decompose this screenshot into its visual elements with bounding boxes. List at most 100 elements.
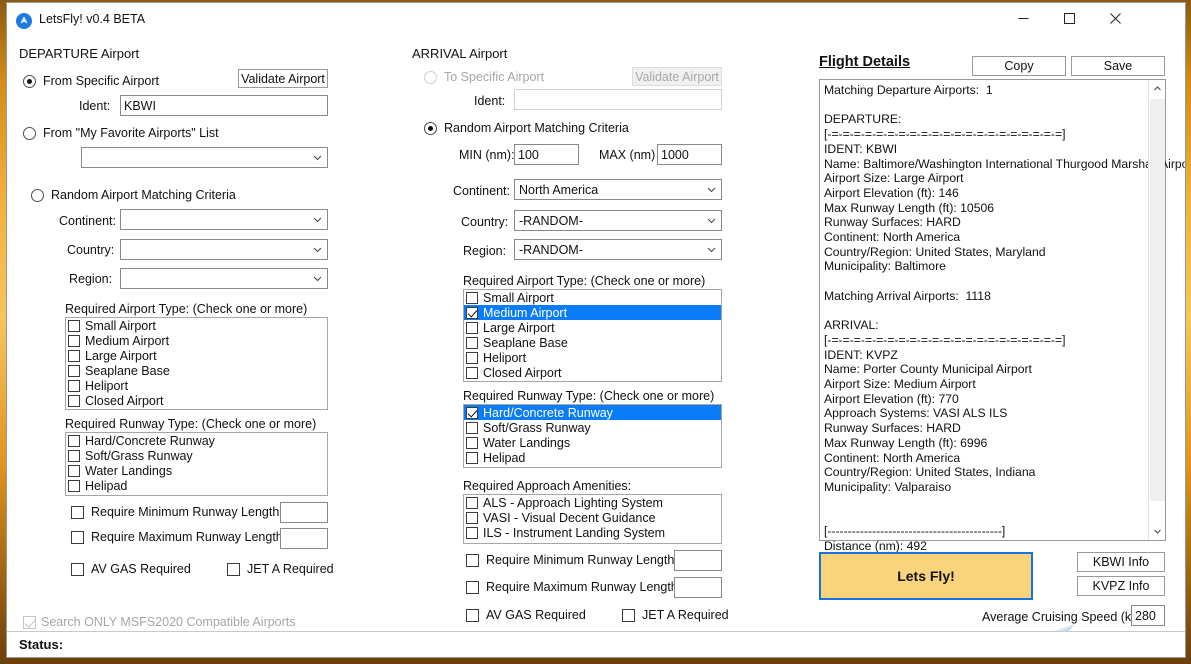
departure-ident-input[interactable]: KBWI xyxy=(120,95,328,116)
departure-max-runway-checkbox[interactable] xyxy=(71,531,84,544)
list-item-checkbox[interactable] xyxy=(466,496,478,509)
list-item-checkbox[interactable] xyxy=(466,321,478,334)
arrival-specific-radio[interactable] xyxy=(424,71,437,84)
lets-fly-button[interactable]: Lets Fly! xyxy=(819,552,1033,600)
minimize-icon[interactable] xyxy=(1000,3,1046,33)
list-item[interactable]: Closed Airport xyxy=(66,393,327,408)
list-item-checkbox[interactable] xyxy=(68,349,80,362)
arrival-ident-input[interactable] xyxy=(514,89,722,110)
arrival-validate-button[interactable]: Validate Airport xyxy=(632,67,722,86)
list-item-checkbox[interactable] xyxy=(68,449,80,462)
scroll-up-icon[interactable] xyxy=(1149,80,1166,97)
list-item-checkbox[interactable] xyxy=(466,366,478,379)
list-item[interactable]: Closed Airport xyxy=(464,365,721,380)
list-item[interactable]: Water Landings xyxy=(66,463,327,478)
list-item[interactable]: Small Airport xyxy=(66,318,327,333)
departure-random-label: Random Airport Matching Criteria xyxy=(51,188,236,202)
arrival-max-runway-input[interactable] xyxy=(674,577,722,598)
arrival-min-nm-input[interactable]: 100 xyxy=(514,144,579,165)
list-item[interactable]: Helipad xyxy=(66,478,327,493)
list-item[interactable]: Small Airport xyxy=(464,290,721,305)
list-item-checkbox[interactable] xyxy=(466,406,478,419)
close-icon[interactable] xyxy=(1092,3,1138,33)
departure-country-combo[interactable] xyxy=(120,239,328,260)
list-item[interactable]: Hard/Concrete Runway xyxy=(464,405,721,420)
list-item-checkbox[interactable] xyxy=(68,479,80,492)
arrival-random-radio[interactable] xyxy=(424,122,437,135)
arrival-avgas-checkbox[interactable] xyxy=(466,609,479,622)
list-item-checkbox[interactable] xyxy=(466,511,478,524)
msfs-compatible-checkbox[interactable] xyxy=(23,616,36,629)
arrival-runway-type-label: Required Runway Type: (Check one or more… xyxy=(463,389,715,403)
list-item[interactable]: Heliport xyxy=(66,378,327,393)
list-item[interactable]: Seaplane Base xyxy=(464,335,721,350)
list-item-checkbox[interactable] xyxy=(466,421,478,434)
list-item-checkbox[interactable] xyxy=(466,291,478,304)
list-item[interactable]: Hard/Concrete Runway xyxy=(66,433,327,448)
departure-avgas-checkbox[interactable] xyxy=(71,563,84,576)
departure-info-button[interactable]: KBWI Info xyxy=(1077,552,1165,572)
arrival-airport-type-list[interactable]: Small Airport Medium Airport Large Airport… xyxy=(463,289,722,382)
arrival-jeta-checkbox[interactable] xyxy=(622,609,635,622)
list-item-checkbox[interactable] xyxy=(466,451,478,464)
departure-jeta-checkbox[interactable] xyxy=(227,563,240,576)
departure-runway-type-list[interactable]: Hard/Concrete Runway Soft/Grass Runway Wat… xyxy=(65,432,328,496)
list-item-checkbox[interactable] xyxy=(68,379,80,392)
departure-min-runway-checkbox[interactable] xyxy=(71,506,84,519)
list-item-checkbox[interactable] xyxy=(466,336,478,349)
scrollbar-thumb[interactable] xyxy=(1150,99,1165,501)
list-item-checkbox[interactable] xyxy=(466,436,478,449)
arrival-runway-type-list[interactable]: Hard/Concrete Runway Soft/Grass Runway Wat… xyxy=(463,404,722,468)
list-item-checkbox[interactable] xyxy=(68,394,80,407)
departure-min-runway-input[interactable] xyxy=(280,502,328,523)
list-item[interactable]: Large Airport xyxy=(66,348,327,363)
list-item[interactable]: Heliport xyxy=(464,350,721,365)
arrival-continent-combo[interactable]: North America xyxy=(514,179,722,200)
maximize-icon[interactable] xyxy=(1046,3,1092,33)
scroll-down-icon[interactable] xyxy=(1149,523,1166,540)
list-item[interactable]: Medium Airport xyxy=(464,305,721,320)
list-item[interactable]: VASI - Visual Decent Guidance xyxy=(464,510,721,525)
list-item-checkbox[interactable] xyxy=(68,434,80,447)
arrival-max-runway-checkbox[interactable] xyxy=(466,581,479,594)
list-item-checkbox[interactable] xyxy=(68,319,80,332)
list-item[interactable]: Helipad xyxy=(464,450,721,465)
list-item[interactable]: Medium Airport xyxy=(66,333,327,348)
list-item-checkbox[interactable] xyxy=(466,351,478,364)
list-item[interactable]: Soft/Grass Runway xyxy=(464,420,721,435)
flight-details-scrollbar[interactable] xyxy=(1148,80,1165,540)
departure-max-runway-input[interactable] xyxy=(280,528,328,549)
list-item-checkbox[interactable] xyxy=(466,526,478,539)
arrival-min-runway-input[interactable] xyxy=(674,550,722,571)
list-item-label: Small Airport xyxy=(483,290,554,305)
copy-button[interactable]: Copy xyxy=(972,56,1066,76)
departure-specific-radio[interactable] xyxy=(23,75,36,88)
list-item[interactable]: ALS - Approach Lighting System xyxy=(464,495,721,510)
departure-airport-type-list[interactable]: Small Airport Medium Airport Large Airport… xyxy=(65,317,328,410)
arrival-info-button[interactable]: KVPZ Info xyxy=(1077,576,1165,596)
list-item-checkbox[interactable] xyxy=(68,464,80,477)
departure-favorites-radio[interactable] xyxy=(23,127,36,140)
arrival-region-combo[interactable]: -RANDOM- xyxy=(514,239,722,260)
arrival-approach-list[interactable]: ALS - Approach Lighting System VASI - Vis… xyxy=(463,494,722,544)
departure-random-radio[interactable] xyxy=(31,189,44,202)
list-item-checkbox[interactable] xyxy=(68,334,80,347)
departure-validate-button[interactable]: Validate Airport xyxy=(238,69,328,88)
departure-avgas-label: AV GAS Required xyxy=(91,562,191,576)
list-item[interactable]: ILS - Instrument Landing System xyxy=(464,525,721,540)
arrival-min-runway-label: Require Minimum Runway Length (ft): xyxy=(486,553,697,567)
list-item[interactable]: Large Airport xyxy=(464,320,721,335)
list-item-checkbox[interactable] xyxy=(466,306,478,319)
arrival-max-nm-input[interactable]: 1000 xyxy=(657,144,722,165)
list-item[interactable]: Soft/Grass Runway xyxy=(66,448,327,463)
departure-favorites-combo[interactable] xyxy=(81,147,328,168)
departure-continent-combo[interactable] xyxy=(120,209,328,230)
cruising-speed-input[interactable]: 280 xyxy=(1131,605,1165,626)
list-item[interactable]: Water Landings xyxy=(464,435,721,450)
save-button[interactable]: Save xyxy=(1071,56,1165,76)
list-item-checkbox[interactable] xyxy=(68,364,80,377)
departure-region-combo[interactable] xyxy=(120,268,328,289)
arrival-min-runway-checkbox[interactable] xyxy=(466,554,479,567)
list-item[interactable]: Seaplane Base xyxy=(66,363,327,378)
arrival-country-combo[interactable]: -RANDOM- xyxy=(514,210,722,231)
